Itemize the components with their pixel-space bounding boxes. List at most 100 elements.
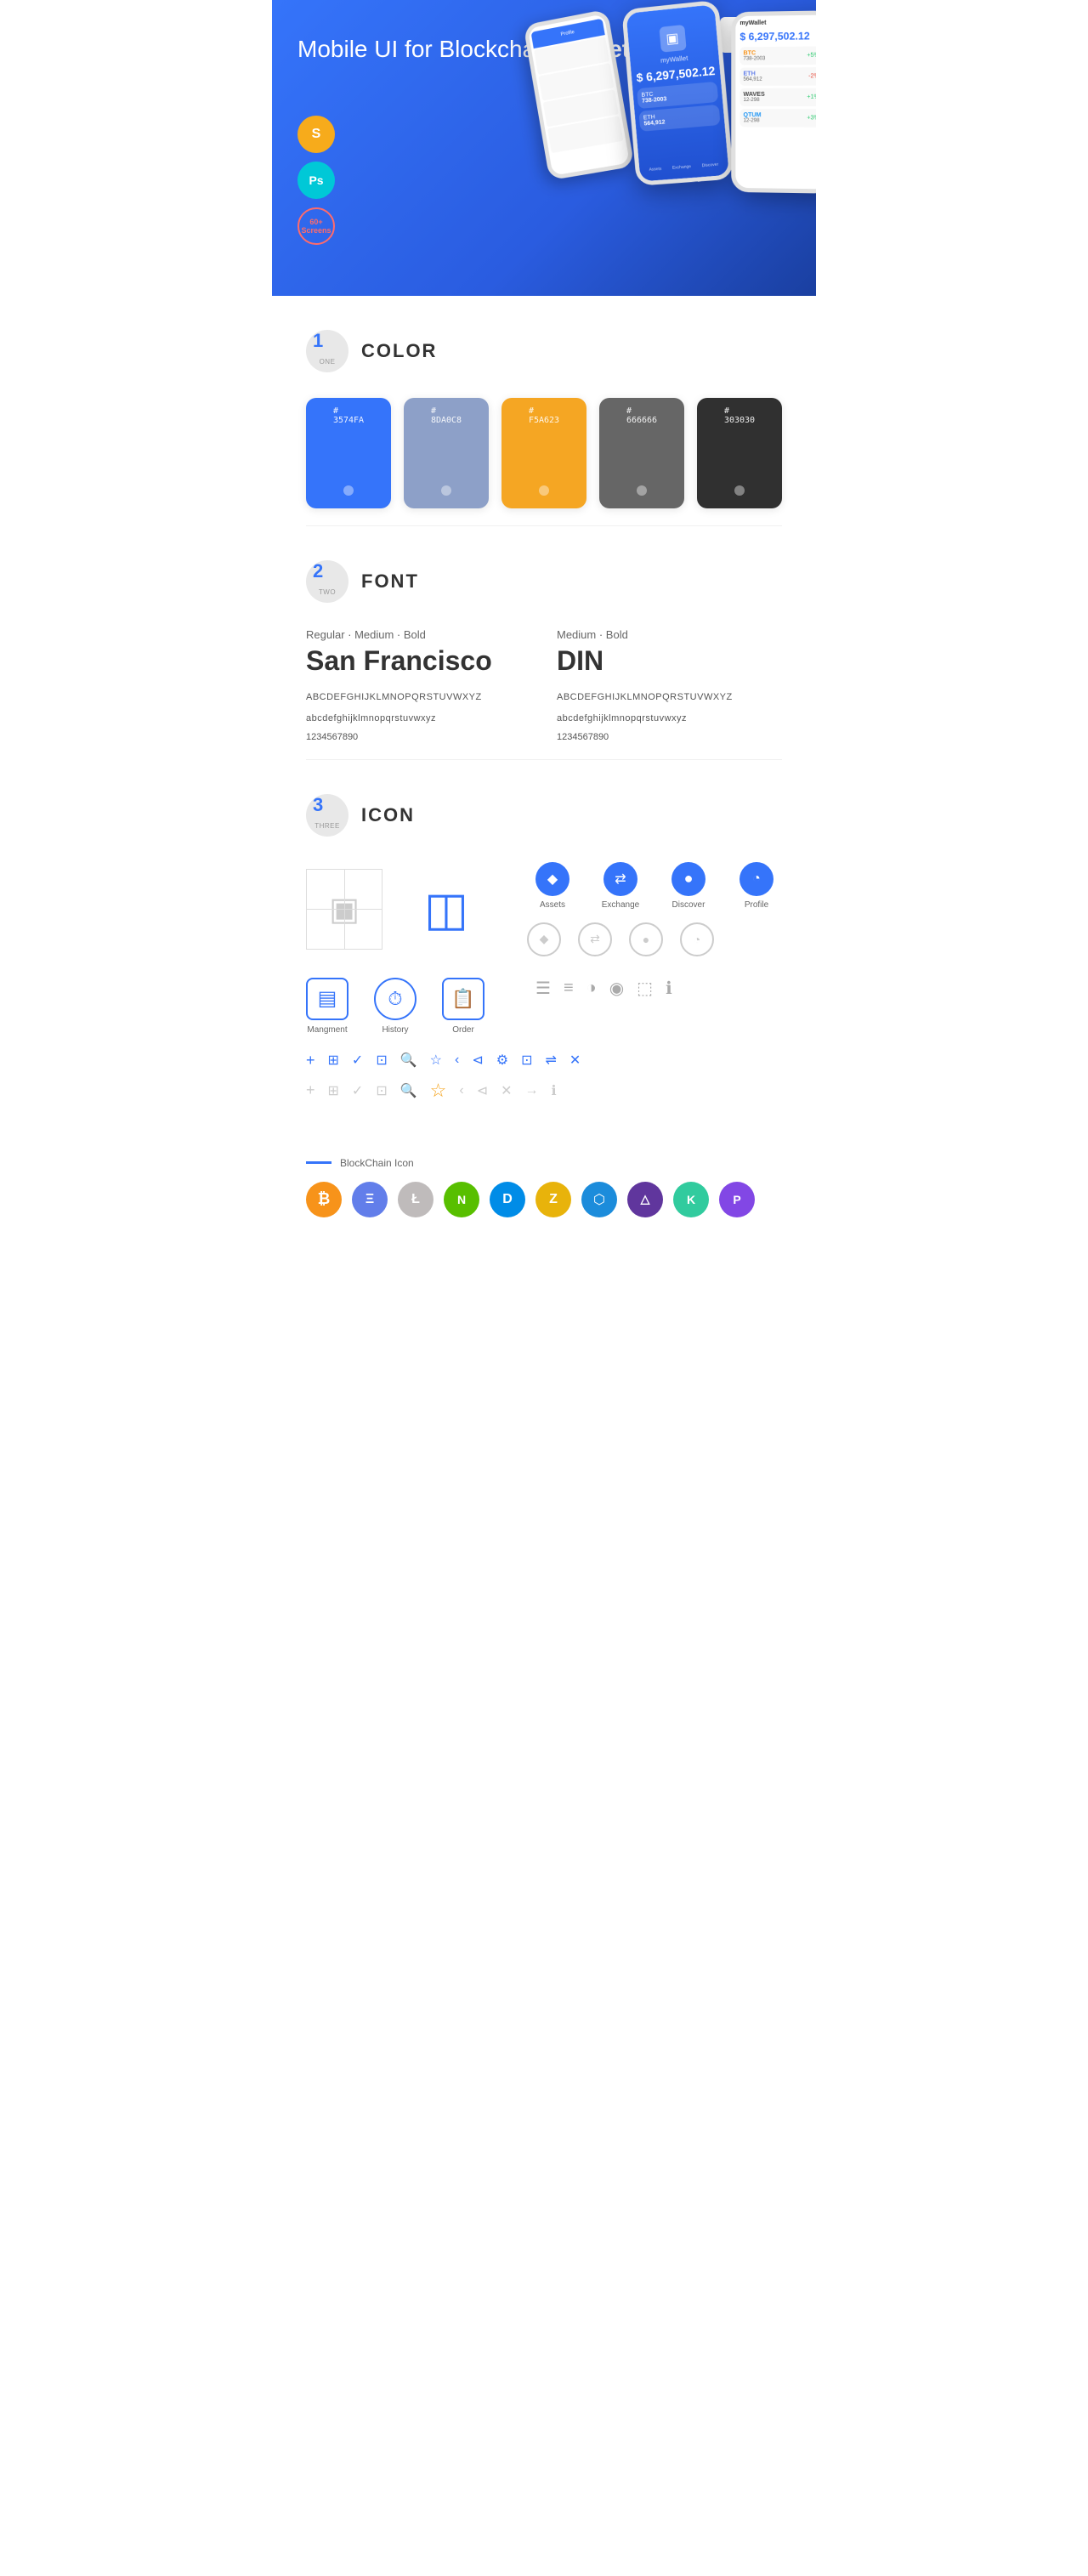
din-lower: abcdefghijklmnopqrstuvwxyz xyxy=(557,711,782,728)
history-label: History xyxy=(382,1025,408,1035)
sf-lower: abcdefghijklmnopqrstuvwxyz xyxy=(306,711,531,728)
misc-icon-chat2: ⬚ xyxy=(637,978,653,999)
din-font-name: DIN xyxy=(557,645,782,677)
zcash-icon: Z xyxy=(536,1182,571,1217)
icon-title: ICON xyxy=(361,804,415,826)
profile-icon-filled: ◔ xyxy=(740,862,774,896)
font-section-header: 2 TWO FONT xyxy=(306,560,782,603)
icon-section: 3 THREE ICON ▣ ◫ ◆ Assets ⇄ Exchange xyxy=(272,760,816,1140)
icon-management: ▤ Mangment xyxy=(306,978,348,1035)
profile-label: Profile xyxy=(745,900,768,910)
profile-icon-outline: ◔ xyxy=(680,922,714,956)
icon-share-blue: ⊲ xyxy=(472,1052,483,1069)
swatch-gray-blue: #8DA0C8 xyxy=(404,398,489,508)
nav-icons-filled: ◆ Assets ⇄ Exchange ● Discover ◔ Profile xyxy=(527,862,782,910)
order-label: Order xyxy=(452,1025,474,1035)
icon-close-faded: ✕ xyxy=(501,1082,512,1099)
dash-icon: D xyxy=(490,1182,525,1217)
ps-badge: Ps xyxy=(298,162,335,199)
icon-star-orange: ☆ xyxy=(430,1080,447,1102)
icon-box-blue: ⊡ xyxy=(521,1052,532,1069)
din-digits: 1234567890 xyxy=(557,732,782,742)
toolbar-icons-faded: + ⊞ ✓ ⊡ 🔍 ☆ ‹ ⊲ ✕ → ℹ xyxy=(306,1080,782,1102)
font-grid: Regular · Medium · Bold San Francisco AB… xyxy=(306,628,782,742)
grid-icon: ⬡ xyxy=(581,1182,617,1217)
icon-plus-faded: + xyxy=(306,1081,315,1099)
icon-gear-blue: ⚙ xyxy=(496,1052,508,1069)
swatch-dot xyxy=(441,485,451,496)
din-style-label: Medium · Bold xyxy=(557,628,782,641)
icon-history: ⏱ History xyxy=(374,978,416,1035)
icon-search-faded: 🔍 xyxy=(400,1082,417,1099)
misc-icons-row1: ☰ ≡ ◑ ◉ ⬚ ℹ xyxy=(536,978,672,999)
color-title: COLOR xyxy=(361,340,437,362)
nav-icon-assets: ◆ Assets xyxy=(527,862,578,910)
phone-right: myWallet + $ 6,297,502.12 BTC 738-2003 +… xyxy=(731,10,816,193)
hero-section: Mobile UI for Blockchain Wallet UI Kit S… xyxy=(272,0,816,296)
neo-icon: N xyxy=(444,1182,479,1217)
icon-back-blue: ‹ xyxy=(455,1053,459,1068)
assets-icon-outline: ◆ xyxy=(527,922,561,956)
discover-icon-filled: ● xyxy=(672,862,706,896)
font-title: FONT xyxy=(361,570,419,593)
sketch-badge: S xyxy=(298,116,335,153)
assets-label: Assets xyxy=(540,900,565,910)
icon-search-blue: 🔍 xyxy=(400,1052,417,1069)
blockchain-label: BlockChain Icon xyxy=(340,1157,414,1169)
font-san-francisco: Regular · Medium · Bold San Francisco AB… xyxy=(306,628,531,742)
exchange-icon-outline: ⇄ xyxy=(578,922,612,956)
history-icon: ⏱ xyxy=(374,978,416,1020)
litecoin-icon: Ł xyxy=(398,1182,434,1217)
blockchain-line xyxy=(306,1161,332,1164)
misc-icon-info: ℹ xyxy=(666,978,672,999)
blockchain-section: BlockChain Icon ₿ Ξ Ł N D Z ⬡ △ K P xyxy=(272,1140,816,1251)
misc-icon-layers: ≡ xyxy=(564,979,574,998)
sf-style-label: Regular · Medium · Bold xyxy=(306,628,531,641)
nav-icon-discover: ● Discover xyxy=(663,862,714,910)
management-label: Mangment xyxy=(307,1025,347,1035)
kyber-icon: K xyxy=(673,1182,709,1217)
misc-icon-chat: ☰ xyxy=(536,978,551,999)
management-icon: ▤ xyxy=(306,978,348,1020)
icon-qr-blue: ⊡ xyxy=(376,1052,387,1069)
blockchain-icons-row: ₿ Ξ Ł N D Z ⬡ △ K P xyxy=(306,1182,782,1217)
hero-title-regular: Mobile UI for Blockchain xyxy=(298,36,561,62)
polygon-icon: P xyxy=(719,1182,755,1217)
section-number-2: 2 TWO xyxy=(306,560,348,603)
icon-preview-row: ▣ ◫ ◆ Assets ⇄ Exchange ● Discover xyxy=(306,862,782,956)
sf-upper: ABCDEFGHIJKLMNOPQRSTUVWXYZ xyxy=(306,689,531,706)
icon-info-faded: ℹ xyxy=(552,1082,557,1099)
swatch-dot xyxy=(343,485,354,496)
toolbar-icons-active: + ⊞ ✓ ⊡ 🔍 ☆ ‹ ⊲ ⚙ ⊡ ⇌ ✕ xyxy=(306,1052,782,1070)
icon-sketch-outline: ▣ xyxy=(306,869,382,950)
icon-order: 📋 Order xyxy=(442,978,484,1035)
swatch-orange: #F5A623 xyxy=(502,398,586,508)
misc-icons-group: ☰ ≡ ◑ ◉ ⬚ ℹ xyxy=(536,978,672,999)
discover-icon-outline: ● xyxy=(629,922,663,956)
discover-label: Discover xyxy=(672,900,706,910)
phone-middle: ▣ myWallet $ 6,297,502.12 BTC 738-2003 E… xyxy=(621,0,734,186)
icon-plus-blue: + xyxy=(306,1052,315,1070)
blockchain-label-row: BlockChain Icon xyxy=(306,1157,782,1169)
icon-swap-blue: ⇌ xyxy=(545,1052,556,1069)
color-section-header: 1 ONE COLOR xyxy=(306,330,782,372)
icon-close-blue: ✕ xyxy=(570,1052,581,1069)
sf-digits: 1234567890 xyxy=(306,732,531,742)
icon-edit-faded: ⊞ xyxy=(328,1082,339,1099)
augur-icon: △ xyxy=(627,1182,663,1217)
icon-edit-blue: ⊞ xyxy=(328,1052,339,1069)
font-section: 2 TWO FONT Regular · Medium · Bold San F… xyxy=(272,526,816,759)
swatch-dot xyxy=(734,485,745,496)
misc-icon-moon: ◑ xyxy=(586,979,597,998)
nav-icons-outline: ◆ ⇄ ● ◔ xyxy=(527,922,782,956)
nav-icon-exchange: ⇄ Exchange xyxy=(595,862,646,910)
color-swatches-container: #3574FA #8DA0C8 #F5A623 #666666 #303030 xyxy=(306,398,782,508)
section-number-1: 1 ONE xyxy=(306,330,348,372)
bitcoin-icon: ₿ xyxy=(306,1182,342,1217)
section-number-3: 3 THREE xyxy=(306,794,348,837)
font-din: Medium · Bold DIN ABCDEFGHIJKLMNOPQRSTUV… xyxy=(557,628,782,742)
swatch-gray: #666666 xyxy=(599,398,684,508)
misc-icon-circle: ◉ xyxy=(609,978,624,999)
order-icon: 📋 xyxy=(442,978,484,1020)
swatch-dot xyxy=(539,485,549,496)
